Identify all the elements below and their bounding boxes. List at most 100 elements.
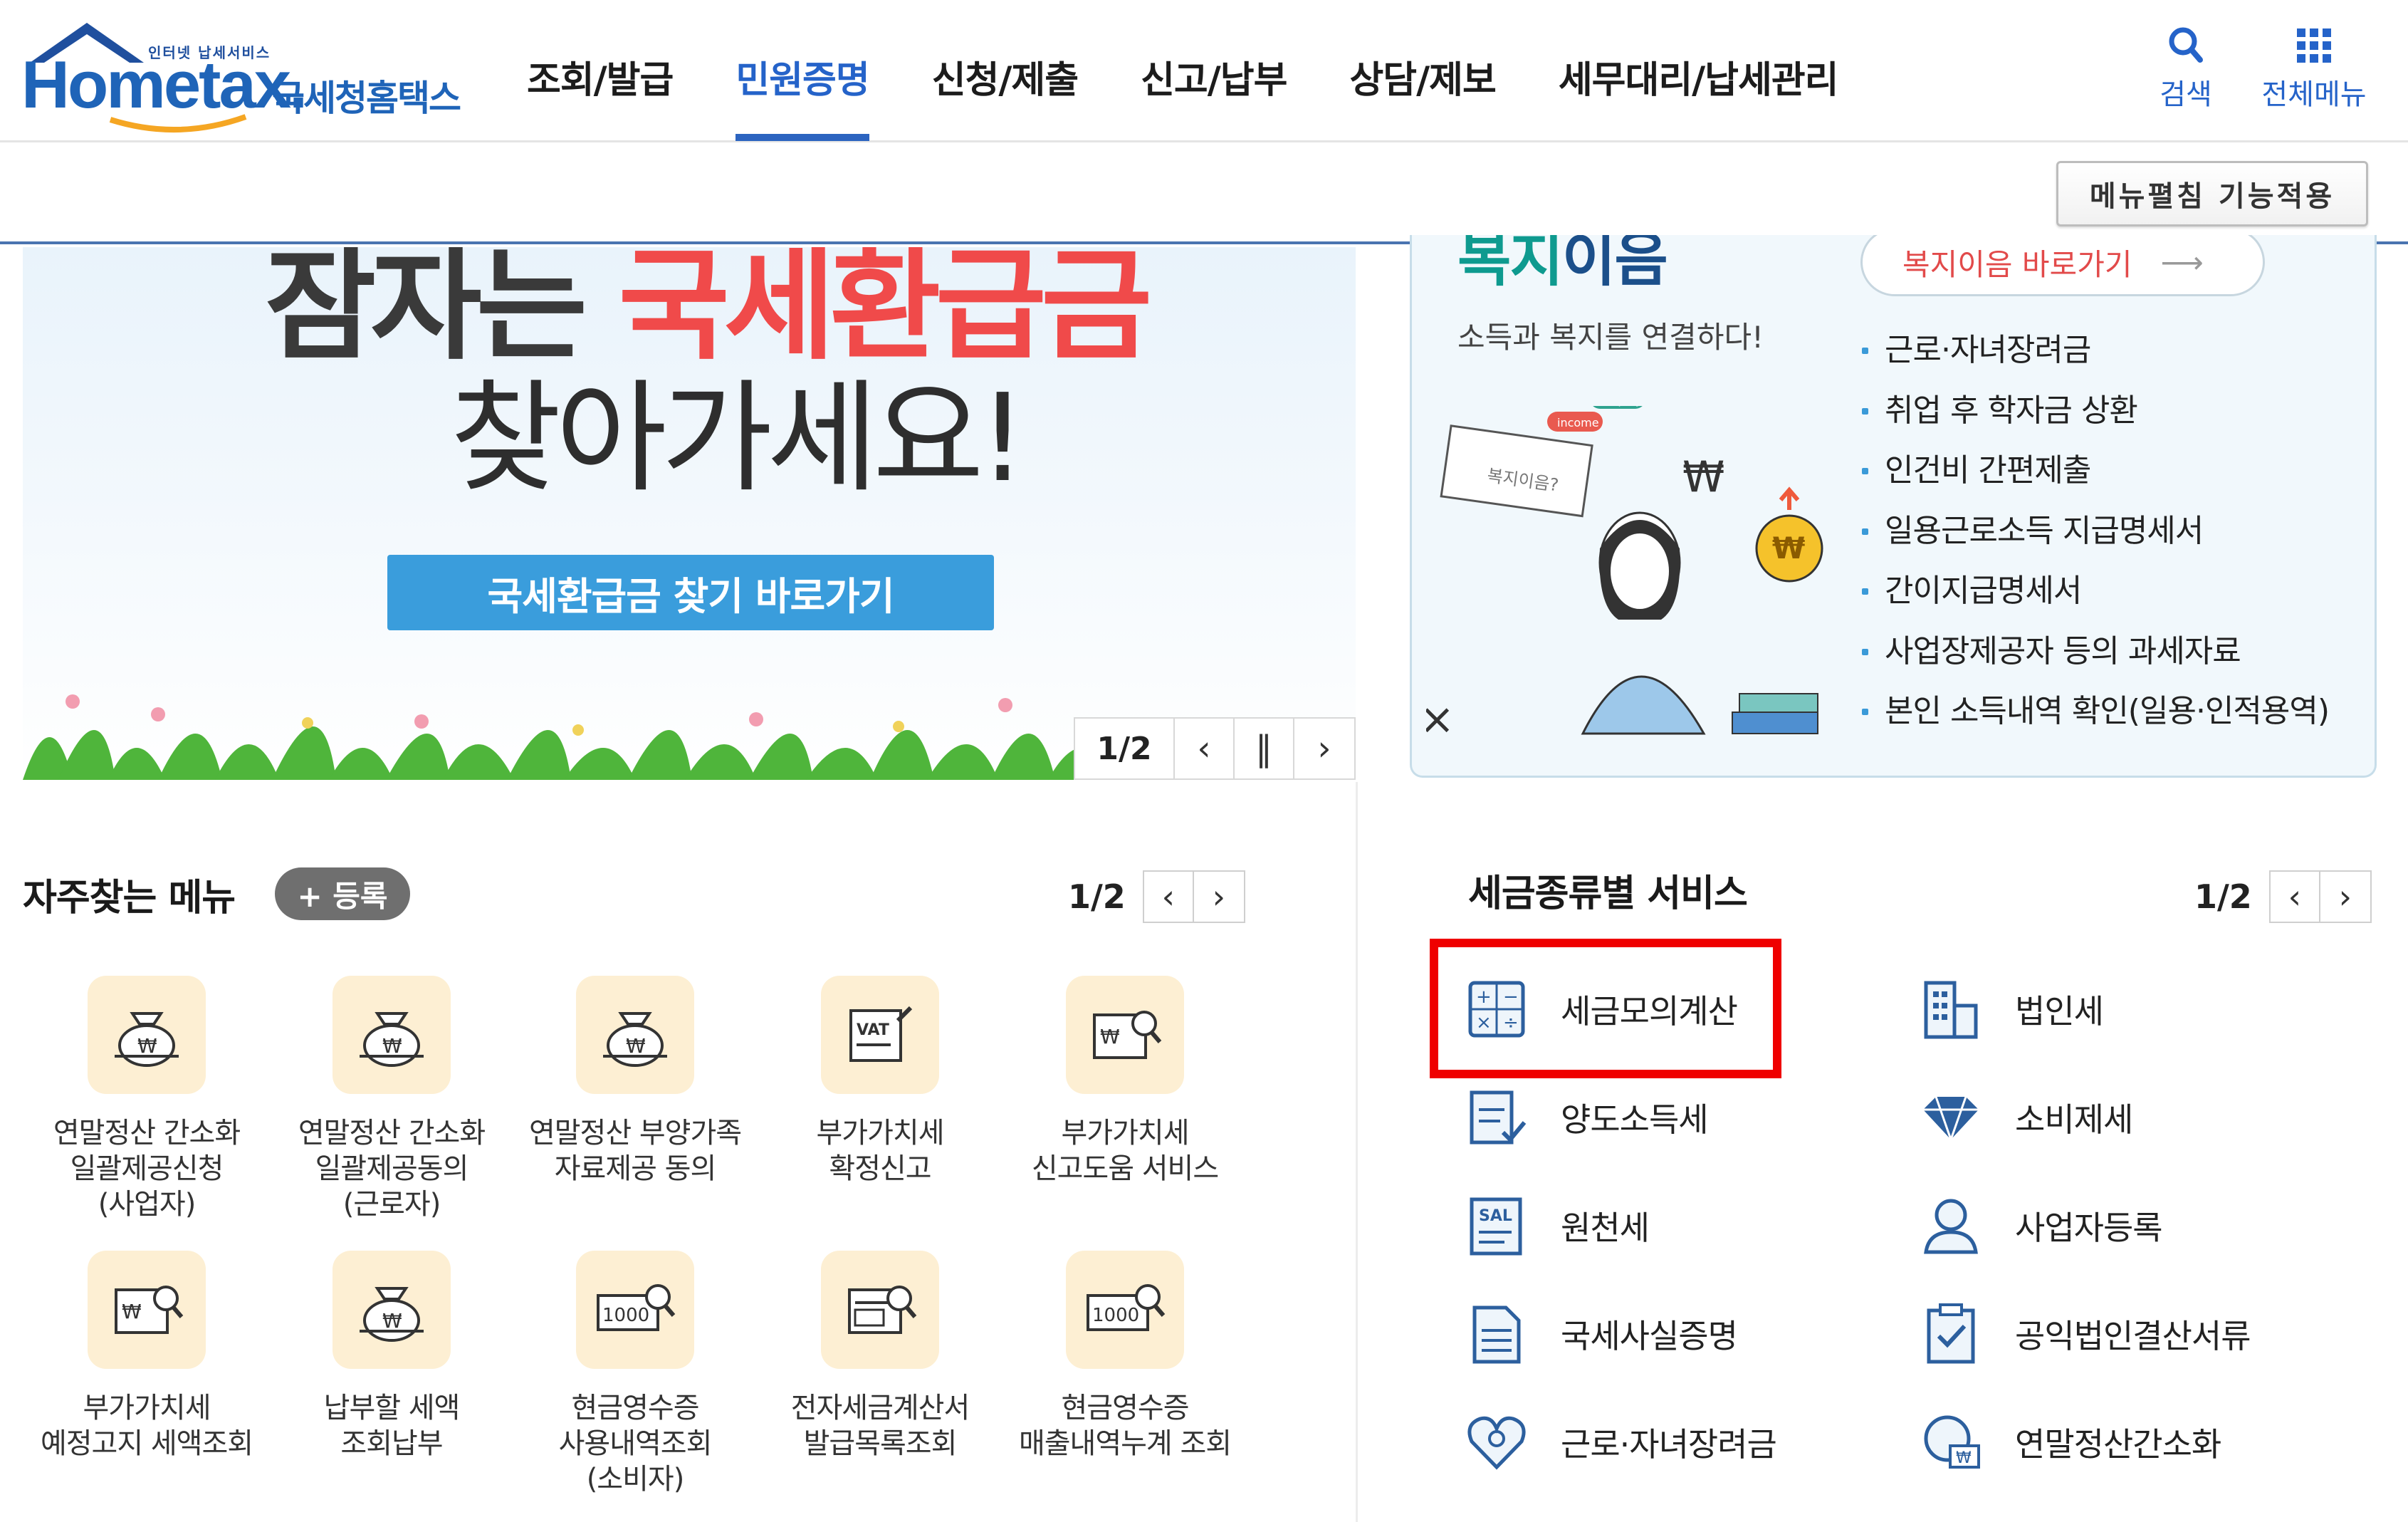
logo-swoosh-icon bbox=[109, 114, 247, 133]
tax-service-public-interest[interactable]: 공익법인결산서류 bbox=[1915, 1295, 2251, 1373]
welfare-link-list: 근로·자녀장려금 취업 후 학자금 상환 인건비 간편제출 일용근로소득 지급명… bbox=[1860, 320, 2330, 742]
quick-item-vat-help[interactable]: ₩ 부가가치세 신고도움 서비스 bbox=[1004, 976, 1246, 1187]
welfare-link-item[interactable]: 간이지급명세서 bbox=[1860, 561, 2329, 622]
quick-item-label: 현금영수증 사용내역조회 (소비자) bbox=[558, 1392, 713, 1496]
frequent-menu-add-button[interactable]: + 등록 bbox=[275, 867, 410, 920]
tax-services-page-indicator: 1/2 bbox=[2194, 877, 2252, 916]
tax-service-label: 근로·자녀장려금 bbox=[1561, 1425, 1777, 1464]
tax-service-mock-calc[interactable]: + − × ÷ 세금모의계산 bbox=[1461, 970, 1738, 1048]
receipt-search-icon: 1000 bbox=[576, 1251, 694, 1369]
column-divider bbox=[1356, 782, 1358, 1522]
frequent-menu-next-button[interactable]: › bbox=[1193, 870, 1245, 923]
svg-text:SAL: SAL bbox=[1479, 1207, 1512, 1225]
banner-page-indicator: 1/2 bbox=[1075, 719, 1175, 778]
building-icon bbox=[1915, 974, 1986, 1045]
won-search-icon: ₩ bbox=[88, 1251, 206, 1369]
tax-service-withholding[interactable]: SAL 원천세 bbox=[1461, 1187, 1650, 1265]
banner-next-button[interactable]: › bbox=[1294, 719, 1354, 778]
frequent-menu-page-indicator: 1/2 bbox=[1068, 877, 1126, 916]
sub-header-bar bbox=[0, 145, 2408, 244]
quick-item-label: 부가가치세 예정고지 세액조회 bbox=[40, 1392, 253, 1460]
quick-item-label: 연말정산 간소화 일괄제공신청 (사업자) bbox=[53, 1117, 241, 1221]
frequent-menu-prev-button[interactable]: ‹ bbox=[1142, 870, 1194, 923]
woman-with-coin-illustration: 복지이음? income employ ₩ ₩ × bbox=[1426, 406, 1823, 744]
quick-item-dependent-consent[interactable]: ₩ 연말정산 부양가족 자료제공 동의 bbox=[514, 976, 756, 1187]
banner-prev-button[interactable]: ‹ bbox=[1175, 719, 1235, 778]
diamond-icon bbox=[1915, 1082, 1986, 1153]
gnb-item-certificates[interactable]: 민원증명 bbox=[736, 50, 870, 142]
svg-text:−: − bbox=[1503, 986, 1519, 1008]
logo-brand-kr: 국세청홈택스 bbox=[272, 78, 461, 119]
money-bag-icon: ₩ bbox=[333, 1251, 451, 1369]
gnb-item-apply[interactable]: 신청/제출 bbox=[932, 50, 1079, 142]
sal-document-icon: SAL bbox=[1461, 1190, 1532, 1261]
gnb-item-report-pay[interactable]: 신고/납부 bbox=[1141, 50, 1287, 142]
vat-document-icon: VAT bbox=[821, 976, 939, 1094]
svg-text:÷: ÷ bbox=[1503, 1012, 1519, 1033]
quick-item-label: 연말정산 간소화 일괄제공동의 (근로자) bbox=[298, 1117, 486, 1221]
tax-service-earned-income-credit[interactable]: 근로·자녀장려금 bbox=[1461, 1403, 1777, 1481]
tax-service-corporate[interactable]: 법인세 bbox=[1915, 970, 2104, 1048]
global-nav: 조회/발급 민원증명 신청/제출 신고/납부 상담/제보 세무대리/납세관리 bbox=[527, 50, 1901, 142]
tax-service-label: 국세사실증명 bbox=[1561, 1317, 1738, 1355]
chevron-right-icon: › bbox=[1317, 729, 1331, 768]
svg-text:₩: ₩ bbox=[1956, 1449, 1972, 1467]
quick-item-yearend-simple-consent[interactable]: ₩ 연말정산 간소화 일괄제공동의 (근로자) bbox=[271, 976, 513, 1222]
money-bag-icon: ₩ bbox=[333, 976, 451, 1094]
hometax-logo[interactable]: 인터넷 납세서비스 Hometax. 국세청홈택스 bbox=[21, 20, 477, 134]
invoice-search-icon bbox=[821, 1251, 939, 1369]
quick-item-cash-receipt-consumer[interactable]: 1000 현금영수증 사용내역조회 (소비자) bbox=[514, 1251, 756, 1497]
quick-item-e-invoice-list[interactable]: 전자세금계산서 발급목록조회 bbox=[759, 1251, 1001, 1461]
gnb-item-consult[interactable]: 상담/제보 bbox=[1349, 50, 1496, 142]
tax-service-business-registration[interactable]: 사업자등록 bbox=[1915, 1187, 2163, 1265]
quick-item-cash-receipt-sales[interactable]: 1000 현금영수증 매출내역누계 조회 bbox=[1004, 1251, 1246, 1461]
welfare-link-item[interactable]: 사업장제공자 등의 과세자료 bbox=[1860, 622, 2329, 682]
tax-services-next-button[interactable]: › bbox=[2320, 870, 2372, 923]
gnb-item-agent[interactable]: 세무대리/납세관리 bbox=[1559, 50, 1839, 142]
quick-item-label: 연말정산 부양가족 자료제공 동의 bbox=[528, 1117, 742, 1185]
tax-service-excise[interactable]: 소비제세 bbox=[1915, 1078, 2133, 1157]
svg-text:1000: 1000 bbox=[602, 1305, 649, 1326]
tax-service-capital-gains[interactable]: 양도소득세 bbox=[1461, 1078, 1709, 1157]
welfare-link-item[interactable]: 근로·자녀장려금 bbox=[1860, 320, 2329, 381]
svg-text:1000: 1000 bbox=[1092, 1305, 1139, 1326]
chevron-right-icon: › bbox=[1212, 877, 1226, 916]
welfare-subtitle: 소득과 복지를 연결하다! bbox=[1457, 320, 1764, 355]
tax-service-certificate[interactable]: 국세사실증명 bbox=[1461, 1295, 1738, 1373]
menu-expand-toggle-button[interactable]: 메뉴펼침 기능적용 bbox=[2056, 161, 2368, 226]
welfare-link-item[interactable]: 본인 소득내역 확인(일용·인적용역) bbox=[1860, 682, 2330, 742]
quick-item-label: 부가가치세 확정신고 bbox=[816, 1117, 945, 1185]
refund-search-button[interactable]: 국세환급금 찾기 바로가기 bbox=[387, 555, 994, 630]
svg-text:₩: ₩ bbox=[382, 1309, 402, 1333]
svg-text:₩: ₩ bbox=[1772, 531, 1805, 565]
chevron-left-icon: ‹ bbox=[1197, 729, 1211, 768]
pause-icon: ‖ bbox=[1255, 729, 1272, 768]
tax-services-prev-button[interactable]: ‹ bbox=[2268, 870, 2320, 923]
svg-text:₩: ₩ bbox=[137, 1034, 157, 1058]
quick-item-vat-prenotice[interactable]: ₩ 부가가치세 예정고지 세액조회 bbox=[26, 1251, 268, 1461]
gnb-item-lookup[interactable]: 조회/발급 bbox=[527, 50, 674, 142]
quick-item-label: 전자세금계산서 발급목록조회 bbox=[790, 1392, 970, 1460]
tax-service-label: 소비제세 bbox=[2015, 1100, 2133, 1139]
receipt-search-icon: 1000 bbox=[1066, 1251, 1184, 1369]
document-icon bbox=[1461, 1298, 1532, 1370]
banner-pause-button[interactable]: ‖ bbox=[1235, 719, 1294, 778]
svg-text:₩: ₩ bbox=[1682, 452, 1724, 502]
refund-banner[interactable]: 잠자는 국세환급금 찾아가세요! 국세환급금 찾기 바로가기 1/2 ‹ ‖ › bbox=[23, 247, 1356, 780]
frequent-menu-title: 자주찾는 메뉴 bbox=[23, 877, 236, 919]
search-button[interactable]: 검색 bbox=[2143, 24, 2229, 113]
quick-item-label: 부가가치세 신고도움 서비스 bbox=[1031, 1117, 1219, 1185]
search-label: 검색 bbox=[2160, 78, 2212, 111]
welfare-link-item[interactable]: 일용근로소득 지급명세서 bbox=[1860, 501, 2329, 562]
quick-item-tax-payment[interactable]: ₩ 납부할 세액 조회납부 bbox=[271, 1251, 513, 1461]
all-menu-button[interactable]: 전체메뉴 bbox=[2243, 24, 2385, 113]
tax-service-yearend-simple[interactable]: ₩ 연말정산간소화 bbox=[1915, 1403, 2221, 1481]
welfare-link-item[interactable]: 취업 후 학자금 상환 bbox=[1860, 381, 2329, 442]
quick-item-vat-final-report[interactable]: VAT 부가가치세 확정신고 bbox=[759, 976, 1001, 1187]
quick-item-yearend-simple-apply[interactable]: ₩ 연말정산 간소화 일괄제공신청 (사업자) bbox=[26, 976, 268, 1222]
quick-item-label: 납부할 세액 조회납부 bbox=[323, 1392, 461, 1460]
welfare-shortcut-button[interactable]: 복지이음 바로가기 ⟶ bbox=[1860, 235, 2265, 296]
svg-text:+: + bbox=[1476, 986, 1492, 1008]
chevron-left-icon: ‹ bbox=[2288, 877, 2302, 916]
welfare-link-item[interactable]: 인건비 간편제출 bbox=[1860, 441, 2329, 501]
